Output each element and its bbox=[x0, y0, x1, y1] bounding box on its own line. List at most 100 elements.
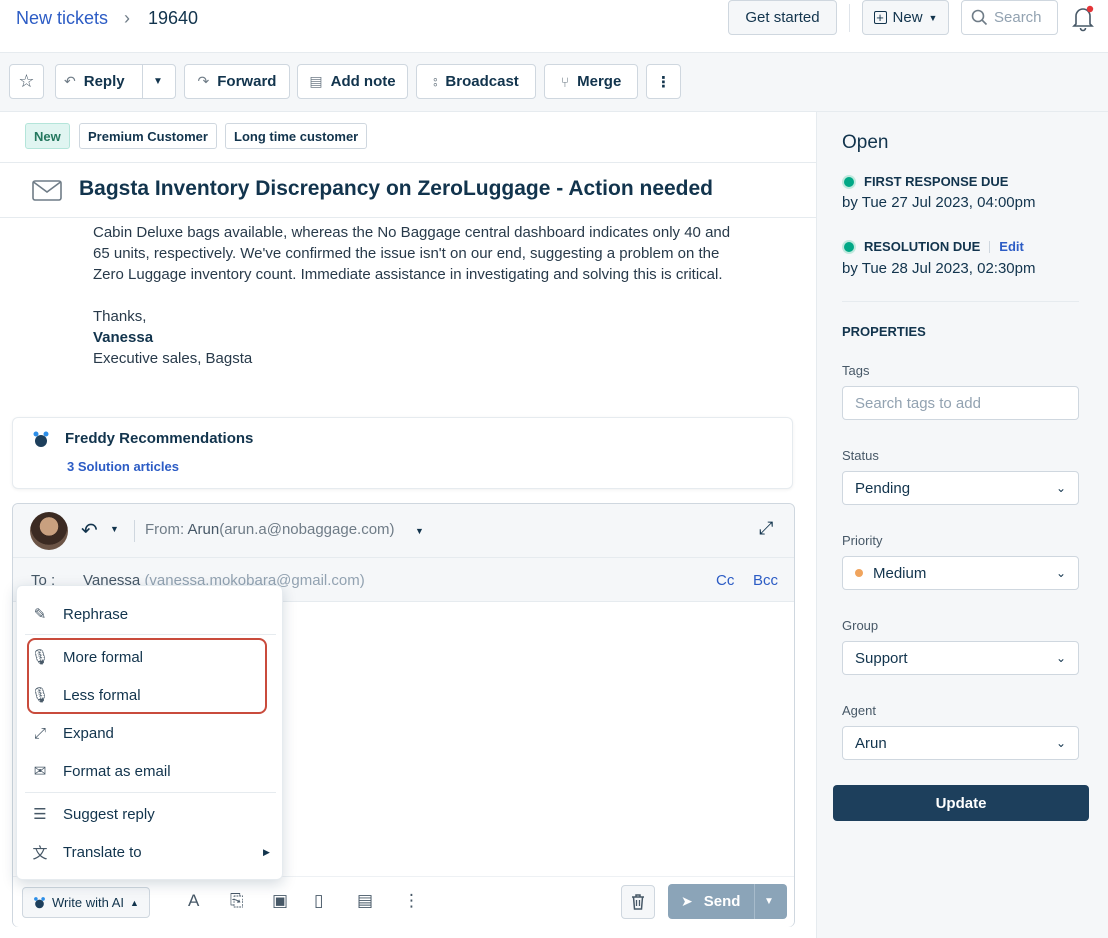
search-input[interactable]: Search bbox=[961, 0, 1058, 35]
more-vertical-icon: ⋮ bbox=[656, 73, 671, 91]
attachment-icon[interactable]: ⎘ bbox=[230, 891, 244, 911]
menu-item-expand[interactable]: ⤢ Expand bbox=[17, 715, 282, 751]
composer-header: ↶ ▼ From: Arun(arun.a@nobaggage.com) ▼ ⤢ bbox=[13, 504, 794, 558]
chevron-down-icon[interactable]: ▼ bbox=[764, 896, 774, 907]
merge-label: Merge bbox=[577, 73, 622, 90]
forward-icon: ↷ bbox=[197, 73, 210, 89]
reply-icon[interactable]: ↶ bbox=[81, 518, 98, 543]
agent-select[interactable]: Arun ⌄ bbox=[842, 726, 1079, 760]
expand-icon[interactable]: ⤢ bbox=[759, 518, 773, 539]
reply-label: Reply bbox=[83, 73, 125, 90]
freddy-icon bbox=[34, 897, 45, 909]
text-format-icon[interactable]: A bbox=[188, 891, 199, 911]
star-button[interactable]: ☆ bbox=[9, 64, 44, 99]
status-select[interactable]: Pending ⌄ bbox=[842, 471, 1079, 505]
send-icon: ➤ bbox=[681, 893, 693, 909]
menu-item-translate-to[interactable]: 文 Translate to ▶ bbox=[17, 834, 282, 870]
ticket-status-heading: Open bbox=[842, 132, 889, 153]
status-value: Pending bbox=[855, 479, 911, 497]
template-icon[interactable]: ▤ bbox=[357, 891, 373, 911]
priority-dot bbox=[855, 569, 863, 577]
delete-button[interactable] bbox=[621, 885, 655, 919]
divider bbox=[25, 792, 276, 793]
freddy-icon bbox=[32, 430, 50, 451]
email-icon bbox=[32, 180, 62, 204]
group-select[interactable]: Support ⌄ bbox=[842, 641, 1079, 675]
broadcast-label: Broadcast bbox=[445, 73, 519, 90]
solution-articles-link[interactable]: 3 Solution articles bbox=[67, 459, 179, 474]
from-label: From: bbox=[145, 521, 185, 538]
merge-icon: ⑂ bbox=[560, 73, 570, 90]
chevron-down-icon: ⌄ bbox=[1055, 481, 1066, 495]
get-started-button[interactable]: Get started bbox=[728, 0, 837, 35]
new-button[interactable]: + New ▼ bbox=[862, 0, 949, 35]
from-field[interactable]: From: Arun(arun.a@nobaggage.com) bbox=[145, 521, 395, 538]
pen-icon: ✎ bbox=[33, 606, 47, 623]
resolution-due-value: by Tue 28 Jul 2023, 02:30pm bbox=[842, 260, 1036, 277]
broadcast-icon: ⦂ bbox=[433, 73, 438, 89]
broadcast-button[interactable]: ⦂ Broadcast bbox=[416, 64, 536, 99]
from-name: Arun bbox=[187, 521, 220, 538]
ticket-id: 19640 bbox=[148, 8, 199, 28]
menu-item-format-as-email[interactable]: ✉ Format as email bbox=[17, 753, 282, 789]
divider bbox=[0, 217, 816, 218]
chevron-down-icon: ▼ bbox=[928, 12, 938, 23]
menu-item-label: Translate to bbox=[63, 843, 142, 861]
menu-item-rephrase[interactable]: ✎ Rephrase bbox=[17, 596, 282, 632]
menu-item-label: Format as email bbox=[63, 762, 171, 780]
reply-button[interactable]: ↶ Reply ▼ bbox=[55, 64, 176, 99]
divider bbox=[0, 162, 816, 163]
more-vertical-icon[interactable]: ⋮ bbox=[403, 891, 420, 911]
add-note-button[interactable]: ▤ Add note bbox=[297, 64, 408, 99]
tags-input[interactable]: Search tags to add bbox=[842, 386, 1079, 420]
menu-item-suggest-reply[interactable]: ☰ Suggest reply bbox=[17, 796, 282, 832]
resolution-label-text: RESOLUTION DUE bbox=[864, 239, 981, 254]
first-response-label-text: FIRST RESPONSE DUE bbox=[864, 174, 1009, 189]
chevron-down-icon: ⌄ bbox=[1055, 651, 1066, 665]
new-label: New bbox=[892, 9, 923, 26]
cc-link[interactable]: Cc bbox=[716, 572, 734, 589]
ticket-subject: Bagsta Inventory Discrepancy on ZeroLugg… bbox=[79, 177, 714, 200]
bell-icon[interactable] bbox=[1071, 4, 1095, 32]
composer-footer: Write with AI ▲ A ⎘ ▣ ▯ ▤ ⋮ ➤ Send ▼ bbox=[13, 876, 794, 927]
freddy-recommendations-card: Freddy Recommendations 3 Solution articl… bbox=[12, 417, 793, 489]
more-actions-button[interactable]: ⋮ bbox=[646, 64, 681, 99]
merge-button[interactable]: ⑂ Merge bbox=[544, 64, 638, 99]
sender-name: Vanessa bbox=[93, 329, 154, 346]
body-line: Cabin Deluxe bags available, whereas the… bbox=[93, 224, 731, 241]
forward-button[interactable]: ↷ Forward bbox=[184, 64, 290, 99]
update-label: Update bbox=[935, 794, 987, 812]
divider bbox=[842, 301, 1079, 302]
search-icon bbox=[971, 9, 988, 26]
send-button[interactable]: ➤ Send ▼ bbox=[668, 884, 787, 919]
chevron-up-icon: ▲ bbox=[130, 897, 139, 908]
properties-sidebar: Open FIRST RESPONSE DUE by Tue 27 Jul 20… bbox=[816, 112, 1108, 938]
status-dot bbox=[844, 176, 854, 187]
divider bbox=[989, 240, 991, 253]
canned-response-icon[interactable]: ▣ bbox=[272, 891, 288, 911]
breadcrumb-new-tickets[interactable]: New tickets bbox=[16, 8, 108, 29]
divider bbox=[134, 520, 135, 542]
chevron-down-icon[interactable]: ▼ bbox=[415, 526, 424, 536]
tag-new: New bbox=[25, 123, 70, 149]
add-note-label: Add note bbox=[330, 73, 396, 90]
bcc-link[interactable]: Bcc bbox=[753, 572, 778, 589]
priority-label: Priority bbox=[842, 533, 883, 548]
chevron-down-icon[interactable]: ▼ bbox=[153, 76, 163, 87]
body-line: 65 units, respectively. We've confirmed … bbox=[93, 245, 720, 262]
plus-box-icon: + bbox=[873, 11, 887, 24]
write-with-ai-button[interactable]: Write with AI ▲ bbox=[22, 887, 150, 918]
knowledge-base-icon[interactable]: ▯ bbox=[314, 891, 323, 911]
resolution-edit-link[interactable]: Edit bbox=[999, 239, 1024, 254]
update-button[interactable]: Update bbox=[833, 785, 1089, 821]
get-started-label: Get started bbox=[745, 9, 820, 26]
highlight-box bbox=[27, 638, 267, 714]
menu-item-label: Suggest reply bbox=[63, 805, 155, 823]
send-dropdown-divider bbox=[754, 884, 755, 919]
caret-right-icon: ▶ bbox=[263, 846, 270, 857]
priority-select[interactable]: Medium ⌄ bbox=[842, 556, 1079, 590]
chevron-down-icon[interactable]: ▼ bbox=[110, 524, 119, 534]
priority-value: Medium bbox=[873, 564, 927, 582]
sign-off: Thanks, bbox=[93, 308, 147, 325]
sender-title: Executive sales, Bagsta bbox=[93, 350, 253, 367]
